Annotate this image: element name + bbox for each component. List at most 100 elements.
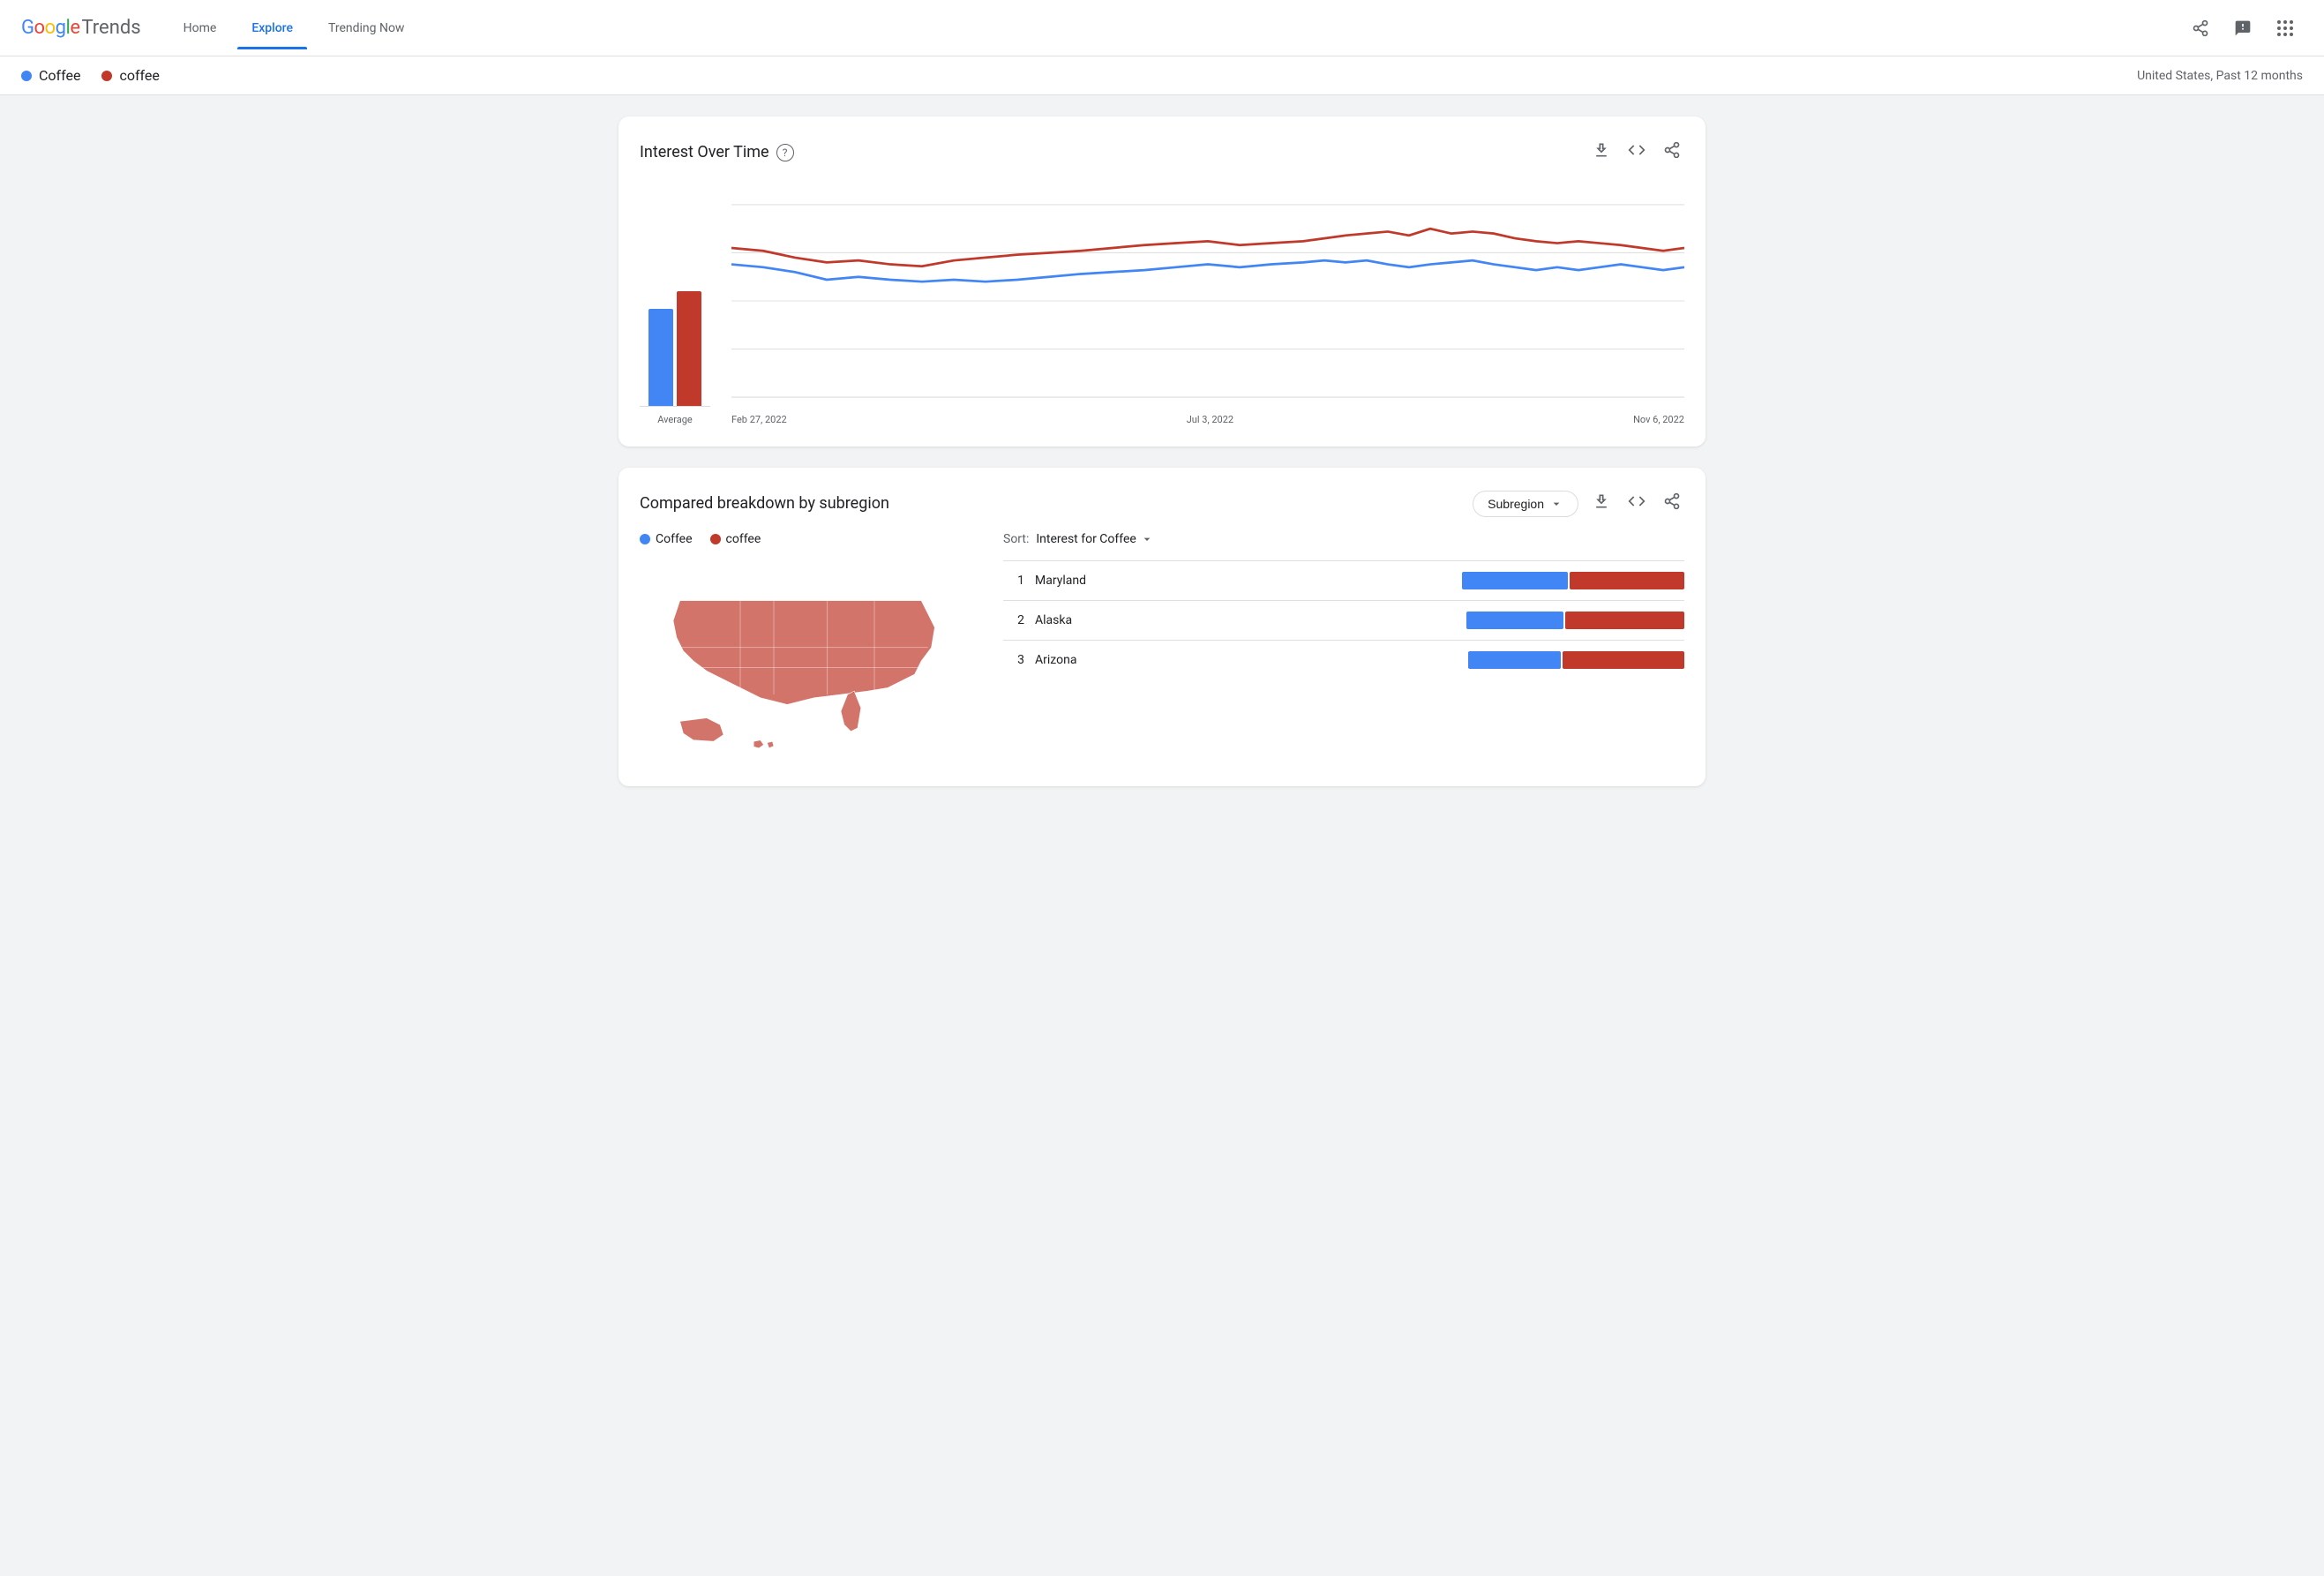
region-name-3: Arizona bbox=[1035, 653, 1458, 667]
search-bar-area: Coffee coffee United States, Past 12 mon… bbox=[0, 56, 2324, 95]
line-chart-svg: 100 75 50 25 bbox=[731, 195, 1684, 407]
logo-container: Google Trends bbox=[21, 17, 141, 39]
rank-1: 1 bbox=[1003, 574, 1024, 588]
search-term-2: coffee bbox=[101, 67, 159, 84]
interest-title: Interest Over Time bbox=[640, 143, 769, 161]
share-button-breakdown[interactable] bbox=[1660, 489, 1684, 518]
sort-row: Sort: Interest for Coffee bbox=[1003, 532, 1684, 546]
feedback-button[interactable] bbox=[2225, 11, 2260, 46]
usa-map-svg bbox=[640, 560, 975, 762]
breakdown-card: Compared breakdown by subregion Subregio… bbox=[618, 468, 1706, 786]
region-bar-blue-3 bbox=[1468, 651, 1561, 669]
card-header-breakdown: Compared breakdown by subregion Subregio… bbox=[640, 489, 1684, 518]
card-actions-interest bbox=[1589, 138, 1684, 167]
term1-dot bbox=[21, 71, 32, 81]
region-bar-blue-2 bbox=[1466, 612, 1563, 629]
sort-value: Interest for Coffee bbox=[1036, 532, 1136, 546]
region-bar-red-2 bbox=[1565, 612, 1684, 629]
region-row-1: 1 Maryland bbox=[1003, 560, 1684, 600]
search-terms: Coffee coffee bbox=[21, 67, 160, 84]
region-bar-red-1 bbox=[1570, 572, 1684, 589]
x-label-end: Nov 6, 2022 bbox=[1633, 414, 1684, 425]
nav-trending[interactable]: Trending Now bbox=[314, 14, 418, 42]
sort-dropdown[interactable]: Interest for Coffee bbox=[1036, 532, 1153, 546]
legend-item-coffee-lower: coffee bbox=[710, 532, 761, 546]
header: Google Trends Home Explore Trending Now bbox=[0, 0, 2324, 56]
red-line bbox=[731, 229, 1684, 266]
x-label-start: Feb 27, 2022 bbox=[731, 414, 787, 425]
share-button-interest[interactable] bbox=[1660, 138, 1684, 167]
region-bar-red-3 bbox=[1563, 651, 1684, 669]
rank-3: 3 bbox=[1003, 653, 1024, 667]
legend-dot-red bbox=[710, 534, 721, 544]
line-chart-area: 100 75 50 25 Feb 27, 2022 Jul 3, 2022 No… bbox=[731, 195, 1684, 425]
region-bars-1 bbox=[1462, 572, 1684, 589]
x-axis-labels: Feb 27, 2022 Jul 3, 2022 Nov 6, 2022 bbox=[731, 414, 1684, 425]
sort-label: Sort: bbox=[1003, 532, 1029, 546]
region-row-3: 3 Arizona bbox=[1003, 640, 1684, 679]
term2-dot bbox=[101, 71, 112, 81]
region-list: 1 Maryland 2 Alaska bbox=[1003, 560, 1684, 679]
embed-button-interest[interactable] bbox=[1624, 138, 1649, 167]
legend-dot-blue bbox=[640, 534, 650, 544]
chart-container: Average 100 75 50 25 bbox=[640, 181, 1684, 425]
card-title-row: Interest Over Time ? bbox=[640, 143, 794, 161]
embed-icon-breakdown bbox=[1628, 492, 1646, 510]
avg-bar-blue bbox=[648, 309, 673, 406]
subregion-label: Subregion bbox=[1488, 497, 1544, 511]
subregion-button[interactable]: Subregion bbox=[1473, 491, 1578, 517]
legend-item-coffee: Coffee bbox=[640, 532, 693, 546]
header-actions bbox=[2183, 11, 2303, 46]
interest-over-time-card: Interest Over Time ? bbox=[618, 116, 1706, 447]
average-bars: Average bbox=[640, 265, 710, 425]
legend-label-coffee: Coffee bbox=[656, 532, 693, 546]
region-bars-2 bbox=[1466, 612, 1684, 629]
region-info: United States, Past 12 months bbox=[2137, 69, 2303, 83]
region-name-2: Alaska bbox=[1035, 613, 1456, 627]
download-icon bbox=[1593, 141, 1610, 159]
download-button-interest[interactable] bbox=[1589, 138, 1614, 167]
help-icon[interactable]: ? bbox=[776, 144, 794, 161]
trends-label: Trends bbox=[81, 17, 140, 39]
x-label-mid: Jul 3, 2022 bbox=[1187, 414, 1233, 425]
nav-links: Home Explore Trending Now bbox=[169, 14, 2183, 42]
avg-label: Average bbox=[657, 414, 693, 425]
region-bar-blue-1 bbox=[1462, 572, 1568, 589]
main-content: Interest Over Time ? bbox=[597, 95, 1727, 829]
term2-label: coffee bbox=[119, 67, 159, 84]
term1-label: Coffee bbox=[39, 67, 80, 84]
download-icon-breakdown bbox=[1593, 492, 1610, 510]
chevron-down-icon bbox=[1549, 497, 1563, 511]
share-button[interactable] bbox=[2183, 11, 2218, 46]
blue-line bbox=[731, 260, 1684, 281]
legend-label-coffee-lower: coffee bbox=[726, 532, 761, 546]
apps-button[interactable] bbox=[2268, 11, 2303, 46]
google-logo: Google bbox=[21, 17, 79, 39]
region-bars-3 bbox=[1468, 651, 1684, 669]
avg-baseline bbox=[640, 406, 710, 407]
card-actions-breakdown: Subregion bbox=[1473, 489, 1684, 518]
share-icon bbox=[2192, 19, 2209, 37]
avg-bar-red bbox=[677, 291, 701, 406]
breakdown-right: Sort: Interest for Coffee 1 Maryland bbox=[1003, 532, 1684, 765]
search-term-1: Coffee bbox=[21, 67, 80, 84]
region-name-1: Maryland bbox=[1035, 574, 1451, 588]
feedback-icon bbox=[2234, 19, 2252, 37]
breakdown-title: Compared breakdown by subregion bbox=[640, 494, 889, 513]
avg-bars-row bbox=[648, 265, 701, 406]
breakdown-legend: Coffee coffee bbox=[640, 532, 975, 546]
card-header-interest: Interest Over Time ? bbox=[640, 138, 1684, 167]
region-row-2: 2 Alaska bbox=[1003, 600, 1684, 640]
download-button-breakdown[interactable] bbox=[1589, 489, 1614, 518]
nav-home[interactable]: Home bbox=[169, 14, 231, 42]
breakdown-layout: Coffee coffee bbox=[640, 532, 1684, 765]
nav-explore[interactable]: Explore bbox=[237, 14, 307, 42]
embed-button-breakdown[interactable] bbox=[1624, 489, 1649, 518]
map-container: Coffee coffee bbox=[640, 532, 975, 765]
apps-icon bbox=[2277, 20, 2293, 36]
embed-icon bbox=[1628, 141, 1646, 159]
share-icon-breakdown bbox=[1663, 492, 1681, 510]
rank-2: 2 bbox=[1003, 613, 1024, 627]
sort-chevron-icon bbox=[1140, 532, 1154, 546]
share-icon-interest bbox=[1663, 141, 1681, 159]
